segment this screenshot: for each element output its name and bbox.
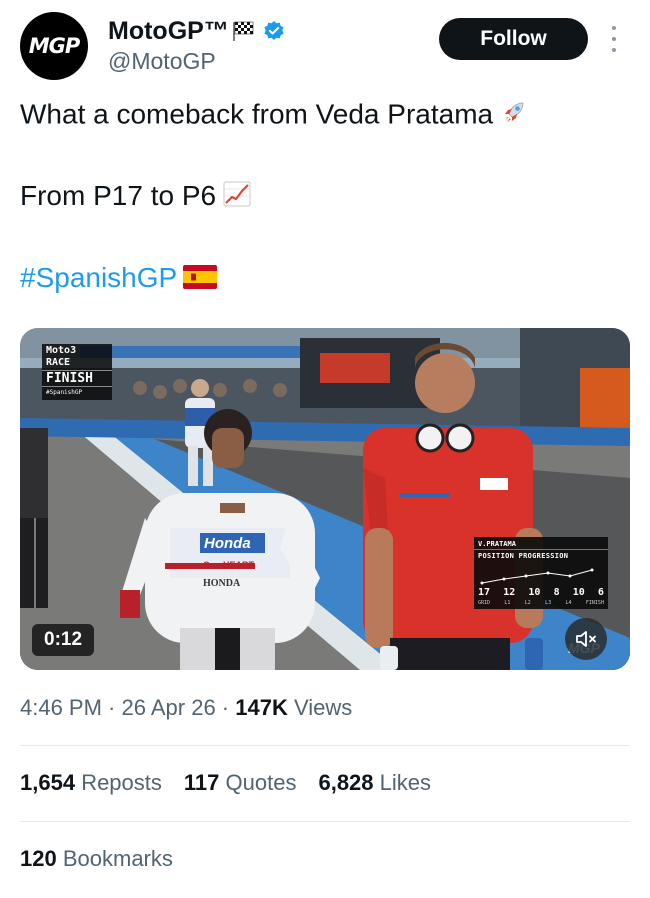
tweet-meta: 4:46 PM · 26 Apr 26 · 147K Views bbox=[20, 695, 353, 720]
display-name[interactable]: MotoGP™ bbox=[108, 17, 229, 46]
overlay-race-label: RACE bbox=[46, 357, 71, 368]
lap-label: FINISH bbox=[585, 600, 604, 606]
overlay-finish-status: FINISH bbox=[42, 370, 112, 387]
quotes-stat[interactable]: 117 Quotes bbox=[184, 770, 297, 796]
name-row: MotoGP™ bbox=[108, 16, 285, 46]
likes-stat[interactable]: 6,828 Likes bbox=[318, 770, 431, 796]
tweet-date[interactable]: 26 Apr 26 bbox=[122, 695, 216, 720]
bookmarks-count: 120 bbox=[20, 846, 57, 871]
progression-line bbox=[480, 568, 594, 585]
tweet-line-2-text: From P17 to P6 bbox=[20, 180, 217, 211]
overlay-lap-labels: GRID L1 L2 L3 L4 FINISH bbox=[478, 600, 604, 606]
quotes-label: Quotes bbox=[225, 770, 297, 795]
user-handle[interactable]: @MotoGP bbox=[108, 48, 216, 75]
tweet-time[interactable]: 4:46 PM bbox=[20, 695, 102, 720]
reposts-count: 1,654 bbox=[20, 770, 76, 795]
lap-label: L4 bbox=[565, 600, 572, 606]
engagement-stats: 1,654 Reposts 117 Quotes 6,828 Likes bbox=[20, 770, 453, 796]
checkered-flag-icon bbox=[231, 20, 257, 42]
views-label: Views bbox=[293, 695, 353, 720]
reposts-stat[interactable]: 1,654 Reposts bbox=[20, 770, 162, 796]
mute-icon bbox=[576, 631, 596, 647]
svg-text:One HEART: One HEART bbox=[203, 560, 255, 570]
overlay-positions: 17 12 10 8 10 6 bbox=[478, 587, 604, 598]
likes-label: Likes bbox=[379, 770, 432, 795]
tweet-hashtag-line: #SpanishGP bbox=[20, 261, 218, 297]
quotes-count: 117 bbox=[183, 770, 220, 795]
position-value: 10 bbox=[572, 587, 585, 598]
views-count: 147K bbox=[235, 695, 288, 720]
video-player[interactable]: Honda One HEART HONDA MGP Moto3 bbox=[20, 328, 630, 670]
divider bbox=[20, 821, 630, 822]
tweet-header: MGP MotoGP™ @MotoGP Follow bbox=[20, 12, 630, 82]
hashtag-link[interactable]: #SpanishGP bbox=[20, 262, 177, 293]
position-value: 17 bbox=[478, 587, 491, 598]
position-value: 8 bbox=[553, 587, 560, 598]
bookmarks-label: Bookmarks bbox=[62, 846, 173, 871]
more-options-icon[interactable] bbox=[610, 26, 618, 52]
lap-label: L2 bbox=[524, 600, 531, 606]
video-duration-badge: 0:12 bbox=[32, 624, 95, 656]
chart-increasing-icon bbox=[222, 180, 252, 216]
position-progression-overlay: V.PRATAMA POSITION PROGRESSION 17 12 10 … bbox=[474, 537, 608, 609]
mute-button[interactable] bbox=[565, 618, 607, 660]
follow-button[interactable]: Follow bbox=[439, 18, 588, 60]
lap-label: GRID bbox=[478, 600, 491, 606]
divider bbox=[20, 745, 630, 746]
position-value: 12 bbox=[503, 587, 516, 598]
tweet-text-line-2: From P17 to P6 bbox=[20, 179, 252, 216]
lap-label: L3 bbox=[545, 600, 552, 606]
position-value: 10 bbox=[528, 587, 541, 598]
spain-flag-icon bbox=[183, 263, 218, 297]
reposts-label: Reposts bbox=[81, 770, 162, 795]
avatar-logo: MGP bbox=[28, 34, 81, 58]
overlay-progression-title: POSITION PROGRESSION bbox=[474, 549, 608, 562]
lap-label: L1 bbox=[504, 600, 511, 606]
tweet-text-line-1: What a comeback from Veda Pratama bbox=[20, 97, 529, 135]
position-value: 6 bbox=[597, 587, 604, 598]
svg-text:HONDA: HONDA bbox=[203, 578, 241, 589]
rocket-icon bbox=[499, 97, 529, 135]
overlay-brand: Moto3 bbox=[46, 345, 77, 356]
avatar[interactable]: MGP bbox=[20, 12, 88, 80]
verified-badge-icon bbox=[263, 20, 285, 42]
overlay-hashtag: #SpanishGP bbox=[46, 389, 83, 396]
svg-text:Honda: Honda bbox=[204, 535, 251, 552]
overlay-rider-name: V.PRATAMA bbox=[478, 540, 516, 548]
likes-count: 6,828 bbox=[318, 770, 374, 795]
tweet-line-1-text: What a comeback from Veda Pratama bbox=[20, 98, 494, 130]
bookmarks-stat[interactable]: 120 Bookmarks bbox=[20, 846, 173, 872]
race-finish-overlay: Moto3 RACE FINISH #SpanishGP bbox=[42, 344, 112, 400]
